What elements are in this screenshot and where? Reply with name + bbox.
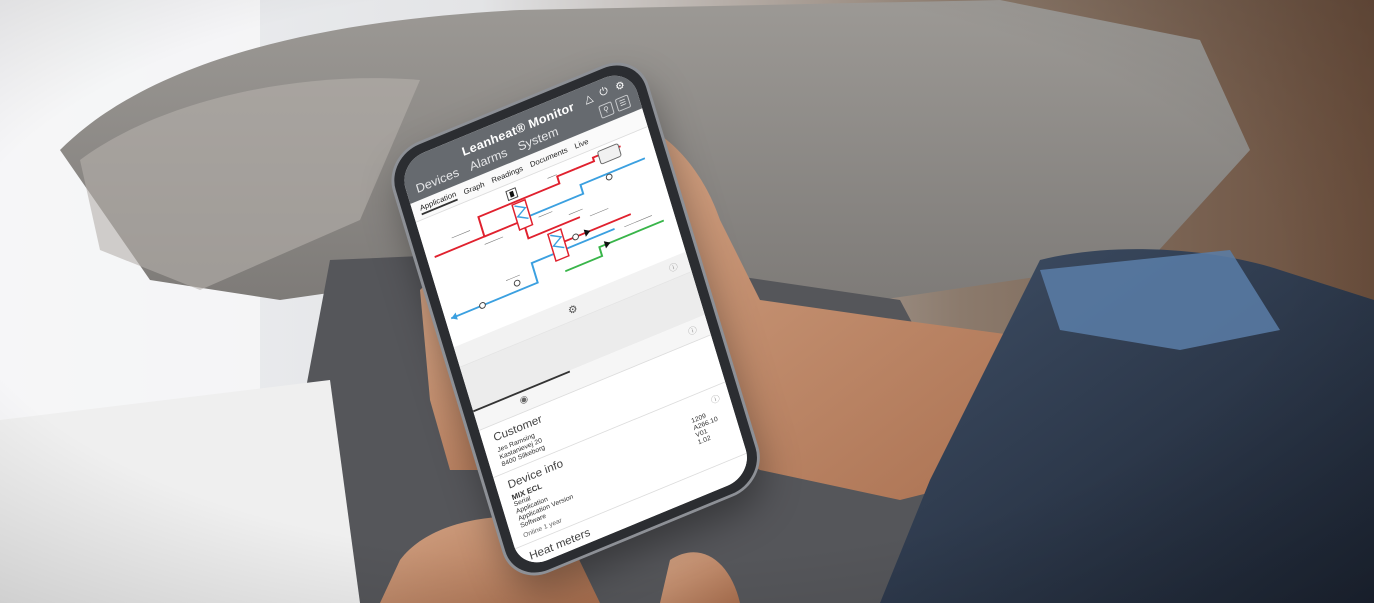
- supply-pipe: [556, 213, 632, 246]
- flow-arrow: [603, 241, 611, 249]
- heat-exchanger: [546, 228, 570, 263]
- search-icon[interactable]: ⚲: [598, 101, 615, 119]
- flow-arrow: [583, 229, 591, 237]
- pump: [513, 279, 521, 287]
- phone-screen: Leanheat® Monitor △ ⏻ ⚙ Devices Alarms S…: [397, 67, 754, 571]
- controller-box: [597, 143, 622, 165]
- heat-exchanger: [511, 198, 534, 231]
- tab-live[interactable]: Live: [573, 137, 589, 151]
- tab-graph[interactable]: Graph: [463, 180, 486, 196]
- info-tab-icon[interactable]: ◉: [518, 393, 529, 406]
- photo-scene: Leanheat® Monitor △ ⏻ ⚙ Devices Alarms S…: [0, 0, 1374, 603]
- menu-icon[interactable]: ☰: [614, 94, 632, 113]
- pump: [479, 302, 486, 309]
- pump: [572, 233, 579, 241]
- gear-icon[interactable]: ⚙: [566, 302, 579, 316]
- secondary-pipe: [565, 219, 665, 273]
- smartphone: Leanheat® Monitor △ ⏻ ⚙ Devices Alarms S…: [386, 54, 766, 584]
- flow-arrow: [451, 312, 458, 320]
- info-icon[interactable]: ⓘ: [667, 260, 679, 275]
- info-icon[interactable]: ⓘ: [687, 323, 699, 338]
